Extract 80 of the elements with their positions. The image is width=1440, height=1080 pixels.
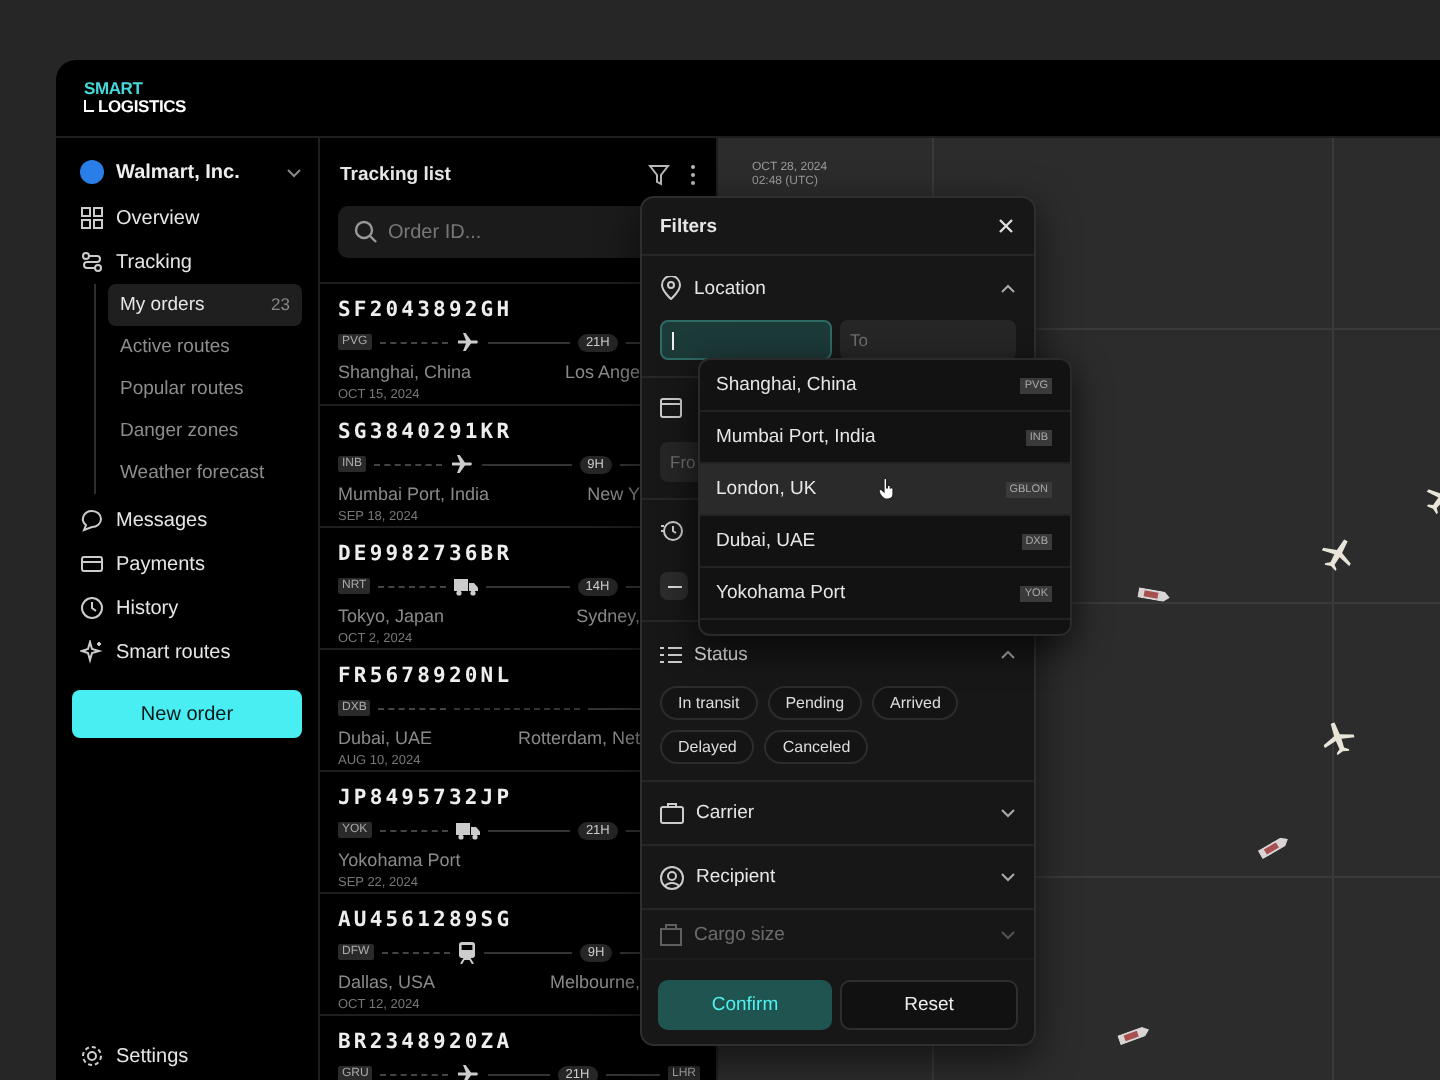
close-icon[interactable] xyxy=(998,218,1014,234)
status-chip[interactable]: In transit xyxy=(660,686,758,720)
origin-city: Dallas, USA xyxy=(338,972,436,992)
nav-subitem[interactable]: Active routes xyxy=(108,326,302,368)
avatar-icon xyxy=(80,160,104,184)
card-icon xyxy=(80,552,104,576)
chevron-down-icon xyxy=(286,167,302,177)
nav-item[interactable]: Overview xyxy=(68,196,302,240)
section-header[interactable]: Location xyxy=(660,256,1016,320)
ship-icon[interactable] xyxy=(1117,1024,1151,1046)
ship-icon[interactable] xyxy=(1137,587,1171,603)
section-header[interactable]: Carrier xyxy=(642,782,1034,846)
destination-city: Sydney, xyxy=(576,606,640,626)
destination-city: Rotterdam, Net xyxy=(517,728,640,748)
bubble-icon xyxy=(80,508,104,532)
sparkle-icon xyxy=(80,640,104,664)
status-chip[interactable]: Canceled xyxy=(764,730,869,764)
origin-city: Yokohama Port xyxy=(338,850,461,870)
reset-button[interactable]: Reset xyxy=(840,980,1018,1030)
order-id[interactable]: SG3840291KR xyxy=(338,420,513,444)
status-chip[interactable]: Delayed xyxy=(660,730,755,764)
origin-city: Mumbai Port, India xyxy=(338,484,490,504)
toggle[interactable] xyxy=(660,572,688,600)
clock-icon xyxy=(80,596,104,620)
nav-subitem[interactable]: Popular routes xyxy=(108,368,302,410)
clock-icon xyxy=(660,520,684,542)
location-pin-icon xyxy=(660,276,682,300)
more-icon[interactable] xyxy=(690,164,696,186)
order-id[interactable]: JP8495732JP xyxy=(338,786,513,810)
status-chip[interactable]: Arrived xyxy=(872,686,959,720)
section-header[interactable]: Recipient xyxy=(642,846,1034,910)
user-icon xyxy=(660,865,684,889)
origin-city: Tokyo, Japan xyxy=(338,606,445,626)
from-field[interactable] xyxy=(660,320,832,360)
order-id[interactable]: BR2348920ZA xyxy=(338,1030,513,1054)
calendar-icon xyxy=(660,395,682,417)
confirm-button[interactable]: Confirm xyxy=(658,980,832,1030)
chevron-icon xyxy=(1000,808,1016,818)
nav-item[interactable]: Tracking xyxy=(68,240,302,284)
order-id[interactable]: FR5678920NL xyxy=(338,664,513,688)
nav-item[interactable]: Payments xyxy=(68,542,302,586)
account-selector[interactable]: Walmart, Inc. xyxy=(68,156,302,188)
grid-icon xyxy=(80,206,104,230)
plane-icon xyxy=(456,1064,481,1080)
nav-item[interactable]: Messages xyxy=(68,498,302,542)
chevron-icon xyxy=(1000,872,1016,882)
nav-subitem[interactable]: My orders 23 xyxy=(108,284,302,326)
origin-city: Shanghai, China xyxy=(338,362,472,382)
panel-title: Tracking list xyxy=(340,164,453,186)
destination-city: Melbourne, xyxy=(549,972,640,992)
list-icon xyxy=(660,645,682,663)
nav-item[interactable]: Smart routes xyxy=(68,630,302,674)
truck-icon xyxy=(455,821,480,839)
ship-icon[interactable] xyxy=(1257,834,1291,860)
nav-subitem[interactable]: Weather forecast xyxy=(108,452,302,494)
origin-city: Dubai, UAE xyxy=(338,728,433,748)
plane-icon xyxy=(455,332,480,352)
plane-icon xyxy=(450,454,475,474)
nav-item[interactable]: History xyxy=(68,586,302,630)
order-id[interactable]: SF2043892GH xyxy=(338,298,513,322)
destination-city: Los Ange xyxy=(564,362,640,382)
truck-icon xyxy=(454,577,479,595)
order-id[interactable]: DE9982736BR xyxy=(338,542,513,566)
route-icon xyxy=(80,250,104,274)
chevron-icon xyxy=(1000,929,1016,939)
to-field[interactable]: To xyxy=(840,320,1016,360)
new-order-button[interactable]: New order xyxy=(72,690,302,738)
hand-cursor-icon xyxy=(877,478,896,500)
settings-item[interactable]: Settings xyxy=(68,1036,302,1076)
box-icon xyxy=(660,923,682,945)
filter-icon[interactable] xyxy=(648,164,670,186)
nav-subitem[interactable]: Danger zones xyxy=(108,410,302,452)
destination-city: New Y xyxy=(587,484,640,504)
train-icon xyxy=(457,941,476,963)
status-chip[interactable]: Pending xyxy=(767,686,863,720)
settings-icon xyxy=(80,1044,104,1068)
order-id[interactable]: AU4561289SG xyxy=(338,908,513,932)
panel-title: Filters xyxy=(660,215,718,237)
logo: SMART LOGISTICS xyxy=(84,80,187,116)
briefcase-icon xyxy=(660,802,684,824)
